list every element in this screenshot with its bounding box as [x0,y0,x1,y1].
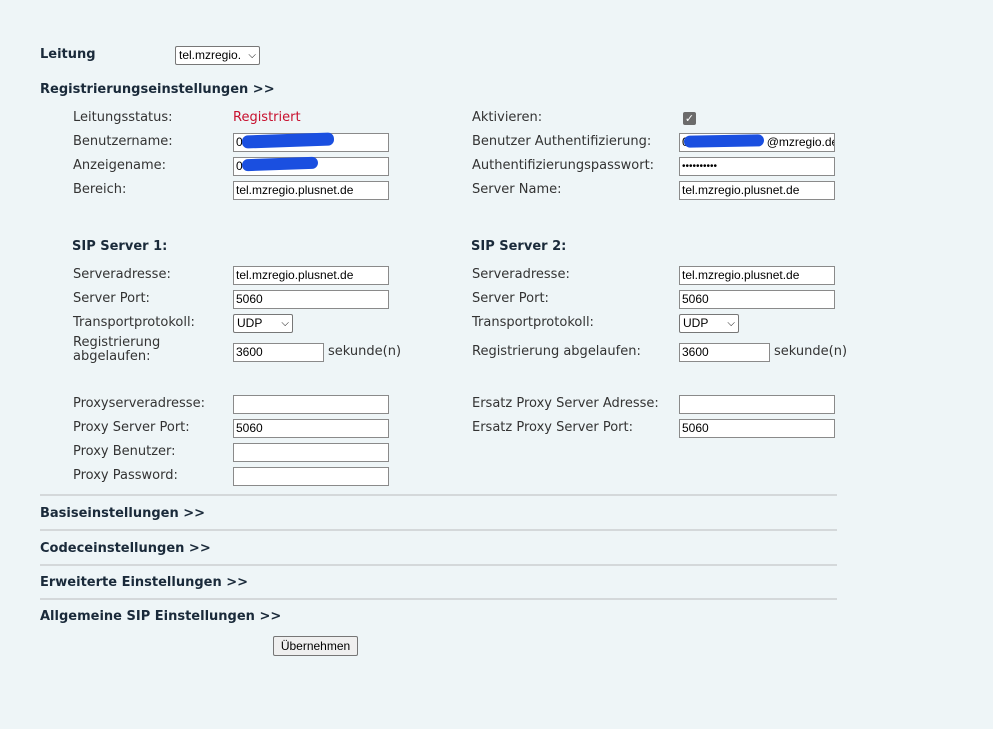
alt-proxy-port-value: 5060 [682,421,709,435]
redaction-mark [683,134,765,148]
sip1-port-value: 5060 [236,292,263,306]
proxy-port-label: Proxy Server Port: [73,420,190,435]
sip2-port-input[interactable]: 5060 [679,290,835,309]
erweitert-section-link[interactable]: Erweiterte Einstellungen >> [40,575,248,590]
anzeigename-label: Anzeigename: [73,158,167,173]
leitung-select[interactable]: tel.mzregio. ⌵ [175,46,260,65]
sip1-expire-input[interactable]: 3600 [233,343,324,362]
sip2-port-label: Server Port: [472,291,549,306]
bereich-label: Bereich: [73,182,127,197]
registrierung-header[interactable]: Registrierungseinstellungen >> [40,82,275,97]
sip2-transport-select[interactable]: UDP ⌵ [679,314,739,333]
divider [40,529,837,531]
sip1-addr-input[interactable]: tel.mzregio.plusnet.de [233,266,389,285]
sip2-addr-input[interactable]: tel.mzregio.plusnet.de [679,266,835,285]
chevron-down-icon: ⌵ [248,50,256,61]
sip2-expire-value: 3600 [682,345,709,359]
apply-button[interactable]: Übernehmen [273,636,358,656]
sip1-transport-select[interactable]: UDP ⌵ [233,314,293,333]
sip1-addr-label: Serveradresse: [73,267,171,282]
codec-section-link[interactable]: Codeceinstellungen >> [40,541,211,556]
benutzername-label: Benutzername: [73,134,173,149]
aktivieren-checkbox[interactable]: ✓ [683,112,696,125]
pw-label: Authentifizierungspasswort: [472,158,655,173]
leitungsstatus-value: Registriert [233,110,301,125]
server-name-value: tel.mzregio.plusnet.de [682,183,800,197]
sip1-expire-value: 3600 [236,345,263,359]
sip1-expire-label-line1: Registrierung [73,335,161,350]
auth-value-suffix: @mzregio.de [766,135,835,149]
bereich-value: tel.mzregio.plusnet.de [236,183,354,197]
sip2-addr-label: Serveradresse: [472,267,570,282]
sip2-addr-value: tel.mzregio.plusnet.de [682,268,800,282]
alt-proxy-addr-input[interactable] [679,395,835,414]
proxy-pw-label: Proxy Password: [73,468,178,483]
sip1-expire-label: Registrierung abgelaufen: [73,336,160,364]
sip1-expire-unit: sekunde(n) [328,344,402,359]
server-name-input[interactable]: tel.mzregio.plusnet.de [679,181,835,200]
sip2-expire-unit: sekunde(n) [774,344,848,359]
proxy-port-input[interactable]: 5060 [233,419,389,438]
sip2-title: SIP Server 2: [471,239,567,254]
pw-value: •••••••••• [682,161,718,172]
sip2-expire-input[interactable]: 3600 [679,343,770,362]
pw-input[interactable]: •••••••••• [679,157,835,176]
sip2-port-value: 5060 [682,292,709,306]
sip1-addr-value: tel.mzregio.plusnet.de [236,268,354,282]
server-name-label: Server Name: [472,182,562,197]
proxy-port-value: 5060 [236,421,263,435]
sip1-transport-label: Transportprotokoll: [73,315,195,330]
sip2-transport-label: Transportprotokoll: [472,315,594,330]
divider [40,494,837,496]
sip1-title: SIP Server 1: [72,239,168,254]
alt-proxy-port-input[interactable]: 5060 [679,419,835,438]
chevron-down-icon: ⌵ [281,318,289,329]
chevron-down-icon: ⌵ [727,318,735,329]
proxy-pw-input[interactable] [233,467,389,486]
auth-label: Benutzer Authentifizierung: [472,134,652,149]
proxy-user-label: Proxy Benutzer: [73,444,176,459]
proxy-addr-label: Proxyserveradresse: [73,396,205,411]
divider [40,598,837,600]
basis-section-link[interactable]: Basiseinstellungen >> [40,506,205,521]
sip1-port-input[interactable]: 5060 [233,290,389,309]
leitung-select-value: tel.mzregio. [179,48,242,62]
alt-proxy-port-label: Ersatz Proxy Server Port: [472,420,634,435]
divider [40,564,837,566]
sip1-port-label: Server Port: [73,291,150,306]
alt-proxy-addr-label: Ersatz Proxy Server Adresse: [472,396,659,411]
proxy-user-input[interactable] [233,443,389,462]
leitungsstatus-label: Leitungsstatus: [73,110,173,125]
sip1-expire-label-line2: abgelaufen: [73,349,151,364]
aktivieren-label: Aktivieren: [472,110,543,125]
sip2-expire-label: Registrierung abgelaufen: [472,344,641,359]
bereich-input[interactable]: tel.mzregio.plusnet.de [233,181,389,200]
sip2-transport-value: UDP [683,316,709,330]
sip1-transport-value: UDP [237,316,263,330]
leitung-label: Leitung [40,47,96,62]
allgemein-section-link[interactable]: Allgemeine SIP Einstellungen >> [40,609,281,624]
proxy-addr-input[interactable] [233,395,389,414]
